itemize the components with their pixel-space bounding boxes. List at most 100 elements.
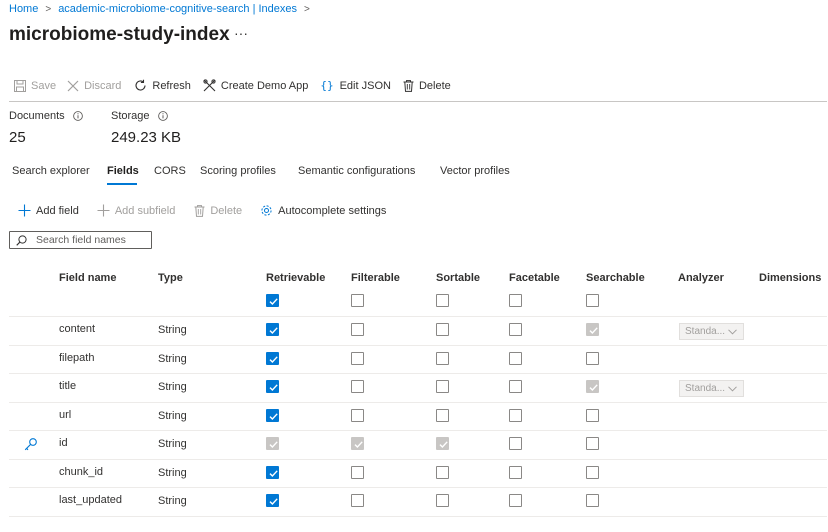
delete-field-button[interactable]: Delete xyxy=(194,205,242,217)
field-name-cell[interactable]: chunk_id xyxy=(59,466,103,478)
facetable-checkbox[interactable] xyxy=(509,352,522,365)
active-tab-indicator xyxy=(107,183,137,185)
retrievable-checkbox[interactable] xyxy=(266,409,279,422)
sortable-checkbox[interactable] xyxy=(436,494,449,507)
tab-semantic-configurations[interactable]: Semantic configurations xyxy=(298,165,415,177)
field-name-cell[interactable]: id xyxy=(59,437,68,449)
discard-button[interactable]: Discard xyxy=(67,80,121,92)
filterable-checkbox[interactable] xyxy=(351,466,364,479)
info-icon[interactable] xyxy=(157,111,168,121)
facetable-checkbox[interactable] xyxy=(509,466,522,479)
select-all-searchable-checkbox[interactable] xyxy=(586,294,599,307)
table-row[interactable] xyxy=(9,460,827,488)
sortable-checkbox[interactable] xyxy=(436,466,449,479)
facetable-checkbox[interactable] xyxy=(509,323,522,336)
breadcrumb-home[interactable]: Home xyxy=(9,3,38,15)
retrievable-checkbox[interactable] xyxy=(266,380,279,393)
search-input[interactable] xyxy=(36,234,146,246)
analyzer-dropdown: Standa... xyxy=(679,323,744,340)
documents-stat: Documents 25 xyxy=(9,110,83,146)
breadcrumb: Home > academic-microbiome-cognitive-sea… xyxy=(9,3,317,15)
searchable-checkbox[interactable] xyxy=(586,494,599,507)
tab-vector-profiles[interactable]: Vector profiles xyxy=(440,165,510,177)
retrievable-checkbox[interactable] xyxy=(266,323,279,336)
save-button[interactable]: Save xyxy=(14,79,57,92)
save-label: Save xyxy=(31,79,57,92)
tab-scoring-profiles[interactable]: Scoring profiles xyxy=(200,165,276,177)
field-type-cell: String xyxy=(158,324,187,336)
facetable-checkbox[interactable] xyxy=(509,409,522,422)
retrievable-checkbox[interactable] xyxy=(266,352,279,365)
searchable-checkbox[interactable] xyxy=(586,409,599,422)
field-name-cell[interactable]: filepath xyxy=(59,352,94,364)
facetable-checkbox[interactable] xyxy=(509,380,522,393)
retrievable-checkbox[interactable] xyxy=(266,494,279,507)
field-name-cell[interactable]: url xyxy=(59,409,71,421)
info-icon[interactable] xyxy=(72,111,83,121)
wrench-icon xyxy=(203,79,216,92)
searchable-checkbox[interactable] xyxy=(586,352,599,365)
field-type-cell: String xyxy=(158,467,187,479)
filterable-checkbox[interactable] xyxy=(351,409,364,422)
filterable-checkbox[interactable] xyxy=(351,494,364,507)
tab-search-explorer[interactable]: Search explorer xyxy=(12,165,90,177)
select-all-retrievable-checkbox[interactable] xyxy=(266,294,279,307)
more-options-button[interactable]: ··· xyxy=(234,25,248,41)
column-header-field-name: Field name xyxy=(59,272,117,284)
table-row[interactable] xyxy=(9,488,827,516)
braces-icon: {} xyxy=(320,79,334,92)
table-row[interactable] xyxy=(9,403,827,431)
column-header-filterable: Filterable xyxy=(351,272,400,284)
refresh-button[interactable]: Refresh xyxy=(134,79,191,92)
column-header-facetable: Facetable xyxy=(509,272,560,284)
tab-fields[interactable]: Fields xyxy=(107,165,139,177)
page-title: microbiome-study-index xyxy=(9,24,230,45)
breadcrumb-service[interactable]: academic-microbiome-cognitive-search | I… xyxy=(58,3,297,15)
table-row[interactable] xyxy=(9,431,827,459)
sortable-checkbox xyxy=(436,437,449,450)
storage-label: Storage xyxy=(111,110,150,122)
column-header-sortable: Sortable xyxy=(436,272,481,284)
add-field-label: Add field xyxy=(36,204,79,217)
delete-label: Delete xyxy=(418,79,451,92)
tab-cors[interactable]: CORS xyxy=(154,165,186,177)
fields-toolbar: Add field Add subfield Delete Autocomple… xyxy=(18,204,386,217)
search-field-names xyxy=(9,231,152,249)
retrievable-checkbox[interactable] xyxy=(266,466,279,479)
column-header-retrievable: Retrievable xyxy=(266,272,326,284)
facetable-checkbox[interactable] xyxy=(509,437,522,450)
delete-index-button[interactable]: Delete xyxy=(403,80,451,92)
discard-label: Discard xyxy=(84,79,122,92)
filterable-checkbox[interactable] xyxy=(351,380,364,393)
edit-json-label: Edit JSON xyxy=(339,79,391,92)
filterable-checkbox xyxy=(351,437,364,450)
sortable-checkbox[interactable] xyxy=(436,323,449,336)
field-type-cell: String xyxy=(158,381,187,393)
add-subfield-button[interactable]: Add subfield xyxy=(97,204,175,217)
field-name-cell[interactable]: title xyxy=(59,380,76,392)
select-all-facetable-checkbox[interactable] xyxy=(509,294,522,307)
field-name-cell[interactable]: content xyxy=(59,323,95,335)
create-demo-app-button[interactable]: Create Demo App xyxy=(203,79,308,92)
select-all-filterable-checkbox[interactable] xyxy=(351,294,364,307)
delete-field-label: Delete xyxy=(210,204,243,217)
sortable-checkbox[interactable] xyxy=(436,380,449,393)
searchable-checkbox[interactable] xyxy=(586,437,599,450)
refresh-icon xyxy=(135,79,146,91)
documents-label: Documents xyxy=(9,110,65,122)
add-field-button[interactable]: Add field xyxy=(18,204,79,217)
facetable-checkbox[interactable] xyxy=(509,494,522,507)
table-row[interactable] xyxy=(9,346,827,374)
field-name-cell[interactable]: last_updated xyxy=(59,494,122,506)
sortable-checkbox[interactable] xyxy=(436,352,449,365)
select-all-sortable-checkbox[interactable] xyxy=(436,294,449,307)
searchable-checkbox[interactable] xyxy=(586,466,599,479)
discard-icon xyxy=(67,80,79,91)
filterable-checkbox[interactable] xyxy=(351,323,364,336)
filterable-checkbox[interactable] xyxy=(351,352,364,365)
sortable-checkbox[interactable] xyxy=(436,409,449,422)
autocomplete-settings-button[interactable]: Autocomplete settings xyxy=(260,204,386,217)
edit-json-button[interactable]: {} Edit JSON xyxy=(320,79,391,92)
plus-icon xyxy=(97,204,110,217)
autocomplete-settings-label: Autocomplete settings xyxy=(278,204,387,217)
